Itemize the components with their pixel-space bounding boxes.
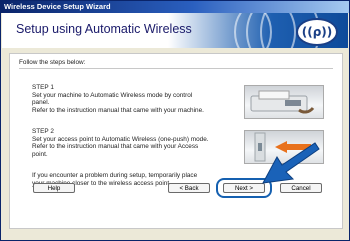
help-button[interactable]: Help — [33, 183, 75, 193]
back-button[interactable]: < Back — [168, 183, 210, 193]
intro-text: Follow the steps below: — [19, 59, 86, 66]
wireless-logo-icon: ((ρ)) — [296, 18, 338, 46]
step-1-line: Set your machine to Automatic Wireless m… — [32, 91, 193, 99]
step-1-line: panel. — [32, 99, 50, 107]
window-title: Wireless Device Setup Wizard — [1, 1, 349, 13]
printer-control-panel-icon — [244, 85, 324, 119]
step-2-line: Refer to the instruction manual that cam… — [32, 143, 199, 151]
step-2-title: STEP 2 — [32, 128, 54, 135]
step-2-line: Set your access point to Automatic Wirel… — [32, 135, 209, 143]
divider — [19, 68, 333, 69]
wizard-window: Wireless Device Setup Wizard Setup using… — [0, 0, 350, 241]
page-title: Setup using Automatic Wireless — [16, 22, 192, 36]
step-1-title: STEP 1 — [32, 84, 54, 91]
step-1: STEP 1 Set your machine to Automatic Wir… — [32, 84, 232, 114]
step-2-line: point. — [32, 150, 48, 158]
step-1-line: Refer to the instruction manual that cam… — [32, 106, 204, 114]
step-2: STEP 2 Set your access point to Automati… — [32, 128, 232, 158]
blue-arrow-icon — [262, 142, 320, 184]
wizard-header: Setup using Automatic Wireless ((ρ)) — [2, 13, 348, 48]
